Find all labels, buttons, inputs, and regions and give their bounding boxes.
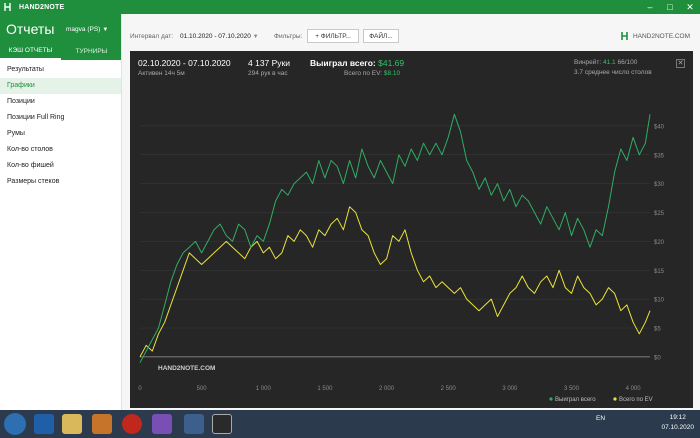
watermark-text: HAND2NOTE.COM: [158, 365, 215, 372]
x-tick-label: 1 000: [256, 386, 272, 392]
legend-label: Выиграл всего: [555, 397, 596, 403]
x-tick-label: 3 500: [564, 386, 580, 392]
nav-item-positions[interactable]: Позиции: [0, 94, 121, 110]
x-tick-label: 4 000: [626, 386, 642, 392]
nav-item-positions-full-ring[interactable]: Позиции Full Ring: [0, 110, 121, 126]
tab-tournaments[interactable]: ТУРНИРЫ: [61, 42, 122, 60]
brand-link[interactable]: HAND2NOTE.COM: [620, 31, 690, 41]
date-interval-value: 01.10.2020 - 07.10.2020: [180, 33, 251, 40]
brand-text: HAND2NOTE.COM: [632, 32, 690, 40]
y-tick-label: $15: [654, 269, 665, 275]
app-title: HAND2NOTE: [19, 3, 65, 11]
total-won-label: Выиграл всего:: [310, 58, 376, 68]
language-indicator[interactable]: EN: [596, 415, 605, 422]
x-tick-label: 2 500: [441, 386, 457, 392]
stat-winrate: Винрейт: 41.1 66/100: [574, 59, 637, 66]
panel-close-icon[interactable]: ✕: [676, 59, 685, 68]
graph-panel: $0 $5 $10 $15 $20 $25 $30 $35 $40 0 500 1 000 1 500 2…: [130, 51, 693, 408]
add-filter-button[interactable]: + ФИЛЬТР...: [307, 29, 359, 43]
account-selector[interactable]: magva (PS) ▼: [66, 26, 108, 33]
results-graph[interactable]: $0 $5 $10 $15 $20 $25 $30 $35 $40 0 500 1 000 1 500 2…: [130, 51, 693, 408]
nav-item-table-count[interactable]: Кол-во столов: [0, 142, 121, 158]
y-tick-label: $40: [654, 124, 665, 130]
stat-ev: Всего по EV: $8.10: [344, 70, 400, 77]
y-tick-label: $5: [654, 327, 661, 333]
legend-marker: [549, 397, 553, 401]
stat-hands-per-hour: 294 рук в час: [248, 70, 288, 77]
legend-label: Всего по EV: [619, 397, 653, 403]
x-tick-label: 0: [138, 386, 142, 392]
title-bar: HAND2NOTE – □ ✕: [0, 0, 700, 14]
windows-taskbar: EN 19:12 07.10.2020: [0, 410, 700, 438]
winrate-label: Винрейт:: [574, 59, 602, 66]
tab-cash-reports[interactable]: КЭШ ОТЧЕТЫ: [0, 42, 61, 60]
minimize-button[interactable]: –: [640, 0, 660, 14]
x-tick-label: 2 000: [379, 386, 395, 392]
page-title: Отчеты: [6, 21, 55, 37]
file-button[interactable]: ФАЙЛ...: [363, 29, 399, 43]
sidebar-tabs: КЭШ ОТЧЕТЫ ТУРНИРЫ: [0, 42, 122, 60]
ev-value: $8.10: [383, 70, 401, 77]
legend-marker: [613, 397, 617, 401]
total-won-value: $41.69: [378, 58, 405, 68]
hand2note-logo-icon: [621, 32, 628, 40]
nav-item-graphs[interactable]: Графики: [0, 78, 121, 94]
x-tick-label: 3 000: [502, 386, 518, 392]
start-button[interactable]: [4, 413, 26, 435]
viber-icon[interactable]: [152, 414, 172, 434]
media-player-icon[interactable]: [92, 414, 112, 434]
opera-icon[interactable]: [122, 414, 142, 434]
stat-tables: 3.7 среднее число столов: [574, 69, 652, 76]
y-tick-label: $10: [654, 298, 665, 304]
x-tick-label: 500: [197, 386, 208, 392]
nav-item-chip-count[interactable]: Кол-во фишей: [0, 158, 121, 174]
y-tick-label: $20: [654, 240, 665, 246]
filters-label: Фильтры:: [274, 33, 303, 40]
ev-label: Всего по EV:: [344, 70, 383, 77]
interval-label: Интервал дат:: [130, 33, 174, 40]
chevron-down-icon: ▼: [252, 34, 259, 40]
winrate-value: 41.1: [603, 59, 616, 66]
y-tick-label: $0: [654, 355, 661, 361]
window-controls: – □ ✕: [640, 0, 700, 14]
stat-date-range: 02.10.2020 - 07.10.2020: [138, 58, 231, 68]
stat-hands: 4 137 Руки: [248, 58, 291, 68]
winrate-of: 66/100: [617, 59, 638, 66]
nav-item-stack-sizes[interactable]: Размеры стеков: [0, 174, 121, 190]
date-interval-selector[interactable]: 01.10.2020 - 07.10.2020 ▼: [180, 33, 259, 40]
main-area: Интервал дат: 01.10.2020 - 07.10.2020 ▼ …: [122, 14, 700, 410]
stat-active-time: Активен 14ч 5м: [138, 70, 185, 77]
y-tick-label: $35: [654, 153, 665, 159]
save-icon[interactable]: [184, 414, 204, 434]
report-nav: Результаты Графики Позиции Позиции Full …: [0, 60, 121, 190]
y-tick-label: $30: [654, 182, 665, 188]
folder-icon[interactable]: [62, 414, 82, 434]
nav-item-rooms[interactable]: Румы: [0, 126, 121, 142]
maximize-button[interactable]: □: [660, 0, 680, 14]
account-label: magva (PS): [66, 26, 101, 33]
y-tick-label: $25: [654, 211, 665, 217]
app-logo-icon: [4, 3, 11, 11]
ie-icon[interactable]: [34, 414, 54, 434]
sidebar-header: Отчеты magva (PS) ▼ КЭШ ОТЧЕТЫ ТУРНИРЫ: [0, 14, 121, 60]
clock[interactable]: 19:12 07.10.2020: [661, 413, 694, 433]
hand2note-taskbar-icon[interactable]: [212, 414, 232, 434]
chevron-down-icon: ▼: [102, 27, 109, 33]
sidebar: Отчеты magva (PS) ▼ КЭШ ОТЧЕТЫ ТУРНИРЫ Ре…: [0, 14, 122, 410]
nav-item-results[interactable]: Результаты: [0, 62, 121, 78]
x-tick-label: 1 500: [317, 386, 333, 392]
close-button[interactable]: ✕: [680, 0, 700, 14]
toolbar: Интервал дат: 01.10.2020 - 07.10.2020 ▼ …: [122, 14, 700, 50]
stat-total-won: Выиграл всего: $41.69: [310, 58, 404, 68]
won-series-line: [139, 113, 651, 363]
